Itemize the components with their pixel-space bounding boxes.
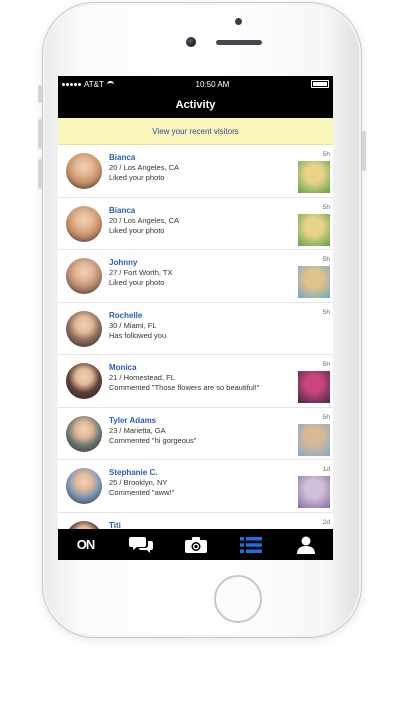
on-logo-icon: ON (76, 537, 95, 552)
tab-profile[interactable] (286, 529, 326, 560)
tab-messages[interactable] (121, 529, 161, 560)
activity-text: Monica 21 / Homestead, FL Commented "Those… (109, 363, 291, 393)
user-name[interactable]: Monica (109, 363, 291, 373)
activity-description: Liked your photo (109, 173, 165, 182)
profile-icon (296, 536, 315, 554)
status-left: AT&T (62, 80, 114, 89)
activity-item[interactable]: Johnny 27 / Fort Worth, TX Liked your phot… (58, 250, 333, 303)
activity-item[interactable]: Tyler Adams 23 / Marietta, GA Commented "h… (58, 407, 333, 460)
camera-icon (184, 536, 207, 553)
user-name[interactable]: Bianca (109, 153, 291, 163)
activity-item[interactable]: Rochelle 30 / Miami, FL Has followed you 5h (58, 302, 333, 355)
photo-thumbnail[interactable] (298, 213, 330, 246)
timestamp: 5h (322, 308, 330, 316)
activity-text: Johnny 27 / Fort Worth, TX Liked your phot… (109, 258, 291, 288)
avatar[interactable] (66, 153, 102, 189)
page-title: Activity (175, 99, 216, 111)
activity-description: Liked your photo (109, 278, 165, 287)
volume-down-button (38, 159, 42, 189)
activity-description: Liked your photo (109, 225, 165, 235)
clock: 10:50 AM (195, 79, 230, 89)
wifi-icon (106, 80, 114, 88)
volume-up-button (38, 119, 42, 149)
activity-item[interactable]: Monica 21 / Homestead, FL Commented "Those… (58, 355, 333, 408)
timestamp: 1d (322, 466, 330, 473)
photo-thumbnail[interactable] (298, 371, 330, 403)
timestamp: 5h (322, 256, 330, 263)
activity-item[interactable]: Bianca 20 / Los Angeles, CA Liked your pho… (58, 145, 333, 198)
timestamp: 5h (322, 151, 330, 158)
avatar[interactable] (66, 258, 102, 294)
activity-description: Commented "Those flowers are so beautifu… (109, 383, 260, 392)
photo-thumbnail[interactable] (298, 476, 330, 508)
activity-list: Bianca 20 / Los Angeles, CA Liked your pho… (58, 145, 333, 530)
activity-item[interactable]: Stephanie C. 25 / Brooklyn, NY Commented "… (58, 460, 333, 513)
activity-text: Tyler Adams 23 / Marietta, GA Commented "h… (109, 416, 291, 446)
avatar[interactable] (66, 205, 102, 242)
signal-strength-icon (62, 82, 81, 86)
user-age-location: 23 / Marietta, GA (109, 425, 166, 435)
timestamp: 2d (322, 518, 330, 526)
silent-switch (38, 85, 42, 103)
front-camera (186, 37, 196, 47)
avatar[interactable] (66, 468, 102, 504)
app-screen: AT&T 10:50 AM Activity View your recent … (58, 76, 333, 560)
activity-description: Has followed you (109, 330, 167, 340)
battery-icon (310, 80, 329, 88)
home-button[interactable] (214, 575, 262, 623)
timestamp: 5h (322, 413, 330, 421)
activity-description: Commented "hi gorgeous" (109, 435, 197, 445)
activity-item[interactable]: Titi 2d (58, 512, 333, 530)
photo-thumbnail[interactable] (298, 161, 330, 193)
user-age-location: 20 / Los Angeles, CA (109, 215, 180, 225)
user-name[interactable]: Bianca (109, 206, 291, 216)
front-sensor (235, 18, 242, 25)
recent-visitors-banner[interactable]: View your recent visitors (58, 118, 333, 145)
user-name[interactable]: Johnny (109, 258, 291, 268)
photo-thumbnail[interactable] (298, 266, 330, 298)
activity-text: Bianca 20 / Los Angeles, CA Liked your pho… (109, 206, 291, 236)
user-age-location: 30 / Miami, FL (109, 320, 157, 330)
chat-bubbles-icon (128, 536, 153, 553)
recent-visitors-link[interactable]: View your recent visitors (152, 127, 239, 136)
photo-thumbnail[interactable] (298, 423, 330, 456)
power-button (362, 131, 366, 171)
avatar[interactable] (66, 415, 102, 452)
tab-home[interactable]: ON (66, 529, 106, 560)
user-name[interactable]: Rochelle (109, 311, 291, 321)
activity-text: Rochelle 30 / Miami, FL Has followed you (109, 311, 291, 341)
activity-item[interactable]: Bianca 20 / Los Angeles, CA Liked your pho… (58, 197, 333, 250)
activity-description: Commented "aww!" (109, 488, 175, 497)
user-name[interactable]: Stephanie C. (109, 468, 291, 478)
user-age-location: 25 / Brooklyn, NY (109, 478, 168, 487)
nav-bar: Activity (58, 92, 333, 118)
tab-bar: ON (58, 529, 333, 560)
timestamp: 5h (322, 203, 330, 211)
tab-camera[interactable] (176, 529, 216, 560)
user-age-location: 20 / Los Angeles, CA (109, 163, 180, 172)
status-bar: AT&T 10:50 AM (58, 76, 333, 92)
timestamp: 5h (322, 361, 330, 368)
tab-activity[interactable] (231, 529, 271, 560)
activity-text: Stephanie C. 25 / Brooklyn, NY Commented "… (109, 468, 291, 498)
list-icon (239, 536, 262, 553)
avatar[interactable] (66, 363, 102, 399)
user-age-location: 27 / Fort Worth, TX (109, 268, 173, 277)
activity-text: Bianca 20 / Los Angeles, CA Liked your pho… (109, 153, 291, 183)
carrier-label: AT&T (84, 79, 104, 89)
user-age-location: 21 / Homestead, FL (109, 373, 175, 382)
avatar[interactable] (66, 310, 102, 347)
user-name[interactable]: Tyler Adams (109, 416, 291, 426)
earpiece-speaker (216, 40, 262, 45)
